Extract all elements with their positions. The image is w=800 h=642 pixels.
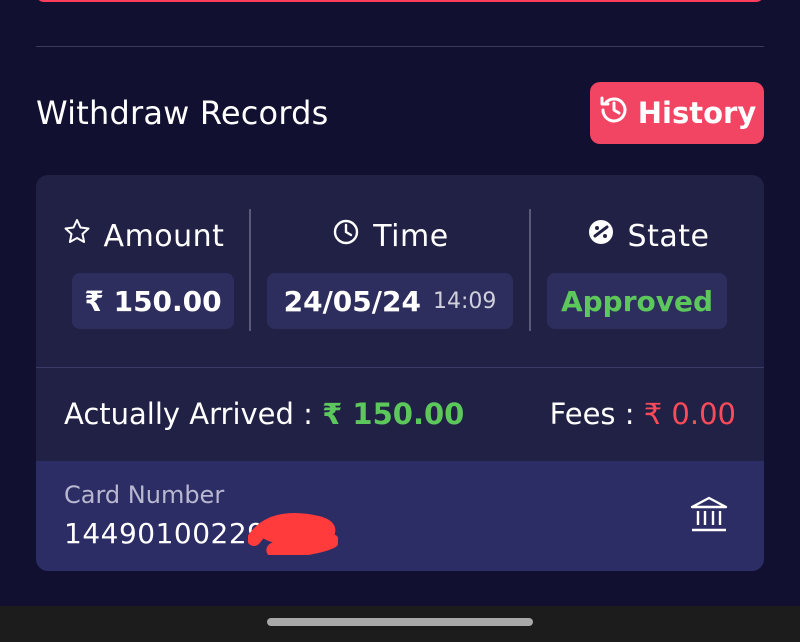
time-column: Time 24/05/24 14:09 [251, 175, 529, 367]
state-column: State Approved [531, 175, 764, 367]
redaction-scribble [248, 513, 338, 555]
history-icon [598, 94, 630, 133]
record-columns: Amount ₹ 150.00 Time 24/05/24 14:09 Stat… [36, 175, 764, 367]
history-label: History [637, 96, 757, 130]
arrived-value: ₹ 150.00 [322, 397, 465, 431]
date-text: 24/05/24 [283, 284, 421, 318]
amount-label: Amount [103, 218, 225, 254]
amount-value: ₹ 150.00 [72, 273, 234, 329]
history-button[interactable]: History [590, 82, 764, 144]
star-icon [62, 217, 92, 255]
state-icon [586, 217, 616, 255]
section-divider [36, 46, 764, 47]
card-number-label: Card Number [64, 481, 225, 509]
amount-header: Amount [36, 217, 250, 255]
page-title: Withdraw Records [36, 94, 329, 132]
system-navigation-bar [0, 606, 800, 642]
state-header: State [531, 217, 764, 255]
fees-label: Fees : [549, 397, 635, 431]
previous-card-edge [36, 0, 764, 2]
bank-icon[interactable] [688, 493, 730, 535]
fees-value: ₹ 0.00 [643, 397, 736, 431]
time-header: Time [251, 217, 529, 255]
card-number: 14490100229 [64, 517, 266, 550]
state-value: Approved [547, 273, 727, 329]
time-text: 14:09 [432, 288, 497, 314]
state-label: State [627, 218, 710, 254]
card-divider [36, 367, 764, 368]
amount-column: Amount ₹ 150.00 [36, 175, 250, 367]
time-value: 24/05/24 14:09 [267, 273, 513, 329]
home-gesture-handle[interactable] [267, 618, 533, 626]
clock-icon [331, 217, 361, 255]
arrived-label: Actually Arrived : [64, 397, 313, 431]
actually-arrived: Actually Arrived : ₹ 150.00 [64, 397, 464, 431]
bank-card-section: Card Number 14490100229 [36, 461, 764, 571]
time-label: Time [373, 218, 449, 254]
fees: Fees : ₹ 0.00 [550, 397, 736, 431]
withdraw-record-card: Amount ₹ 150.00 Time 24/05/24 14:09 Stat… [36, 175, 764, 571]
